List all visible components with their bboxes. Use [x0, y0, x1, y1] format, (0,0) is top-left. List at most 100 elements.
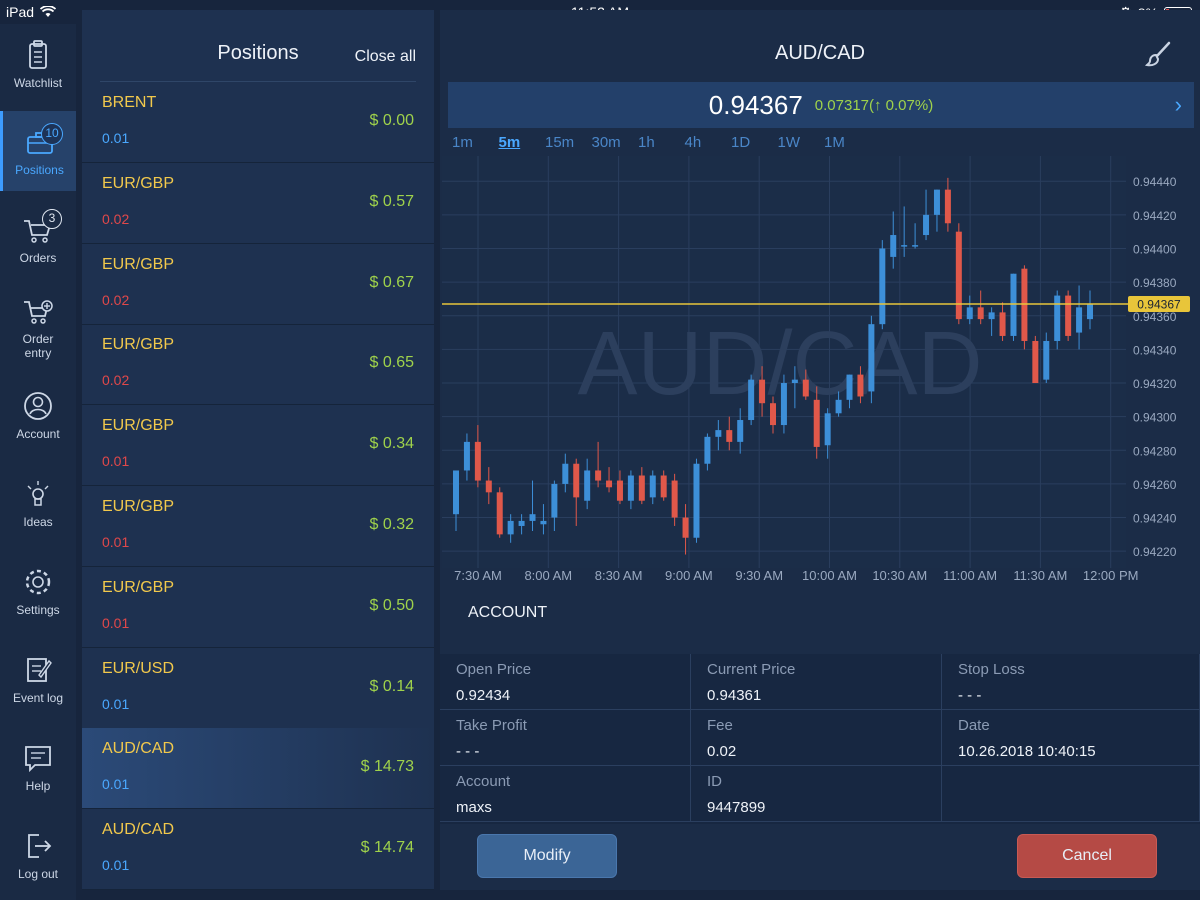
candle-body: [759, 379, 766, 404]
candle-body: [1065, 295, 1072, 336]
position-row[interactable]: EUR/GBP 0.02 $ 0.57: [82, 163, 434, 244]
y-tick-label: 0.94380: [1133, 276, 1177, 290]
detail-label: Take Profit: [456, 717, 527, 734]
nav-item-event-log[interactable]: Event log: [0, 639, 76, 719]
nav-rail: Watchlist Positions 10 Orders 3 Order entry Ac…: [0, 24, 76, 900]
candle-body: [573, 463, 580, 498]
cancel-button[interactable]: Cancel: [1017, 834, 1157, 878]
detail-cell: Date 10.26.2018 10:40:15: [942, 710, 1200, 766]
y-tick-label: 0.94240: [1133, 512, 1177, 526]
position-symbol: EUR/GBP: [102, 174, 175, 192]
candle-body: [1021, 268, 1028, 341]
detail-cell: Open Price 0.92434: [440, 654, 691, 710]
chart-watermark: AUD/CAD: [577, 314, 982, 414]
candle-body: [923, 214, 930, 236]
current-price: 0.94367: [708, 89, 803, 120]
detail-value: 0.94361: [707, 687, 762, 704]
position-row[interactable]: EUR/USD 0.01 $ 0.14: [82, 648, 434, 729]
candle-body: [999, 312, 1006, 336]
nav-item-watchlist[interactable]: Watchlist: [0, 24, 76, 104]
price-change: 0.07317(↑ 0.07%): [814, 96, 934, 114]
candle-body: [912, 245, 919, 247]
nav-item-orders[interactable]: Orders 3: [0, 199, 76, 279]
nav-label: Help: [25, 779, 51, 793]
clipboard-icon: [29, 40, 47, 69]
candle-body: [540, 520, 547, 525]
position-row[interactable]: EUR/GBP 0.02 $ 0.67: [82, 244, 434, 325]
timeframe-tab-30m[interactable]: 30m: [592, 134, 639, 151]
close-all-button[interactable]: Close all: [355, 48, 416, 66]
cart-plus-icon: [24, 300, 53, 324]
nav-item-help[interactable]: Help: [0, 727, 76, 807]
candle-body: [551, 483, 558, 518]
candle-body: [966, 307, 973, 320]
current-price-tag-label: 0.94367: [1137, 297, 1181, 311]
position-row[interactable]: EUR/GBP 0.01 $ 0.50: [82, 567, 434, 648]
chart-svg: 0.944400.944200.944000.943800.943600.943…: [442, 156, 1190, 583]
detail-label: Fee: [707, 717, 733, 734]
quote-bar[interactable]: 0.94367 0.07317(↑ 0.07%) ›: [448, 82, 1194, 128]
position-pnl: $ 0.34: [369, 435, 414, 453]
lightbulb-icon: [27, 481, 49, 506]
position-row[interactable]: EUR/GBP 0.02 $ 0.65: [82, 324, 434, 406]
nav-item-log-out[interactable]: Log out: [0, 815, 76, 895]
timeframe-tab-1h[interactable]: 1h: [638, 134, 685, 151]
y-tick-label: 0.94400: [1133, 242, 1177, 256]
position-details-grid: Open Price 0.92434 Current Price 0.94361 Sto…: [440, 654, 1200, 824]
edit-log-icon: [27, 658, 52, 682]
gear-icon: [25, 569, 51, 595]
nav-item-ideas[interactable]: Ideas: [0, 463, 76, 543]
nav-item-account[interactable]: Account: [0, 375, 76, 455]
nav-label: Account: [16, 427, 60, 441]
position-row[interactable]: EUR/GBP 0.01 $ 0.34: [82, 405, 434, 487]
positions-panel: Positions Close all BRENT 0.01 $ 0.00 EUR/G…: [82, 10, 434, 891]
detail-value: 9447899: [707, 799, 766, 816]
y-tick-label: 0.94340: [1133, 343, 1177, 357]
position-qty: 0.02: [102, 372, 130, 389]
candle-body: [507, 520, 514, 535]
candle-body: [933, 189, 940, 215]
timeframe-tab-4h[interactable]: 4h: [685, 134, 732, 151]
detail-cell: Take Profit - - -: [440, 710, 691, 766]
y-tick-label: 0.94260: [1133, 478, 1177, 492]
modify-button[interactable]: Modify: [477, 834, 617, 878]
nav-item-positions[interactable]: Positions 10: [0, 111, 76, 191]
candle-body: [496, 492, 503, 535]
candle-body: [791, 379, 798, 384]
position-row[interactable]: AUD/CAD 0.01 $ 14.74: [82, 809, 434, 891]
candle-body: [606, 480, 613, 488]
symbol-title: AUD/CAD: [774, 42, 865, 64]
nav-item-order-entry[interactable]: Order entry: [0, 287, 76, 367]
brush-icon[interactable]: [1144, 40, 1172, 68]
timeframe-tab-1m[interactable]: 1m: [452, 134, 499, 151]
position-row[interactable]: EUR/GBP 0.01 $ 0.32: [82, 486, 434, 567]
y-tick-label: 0.94300: [1133, 411, 1177, 425]
position-row[interactable]: AUD/CAD 0.01 $ 14.73: [82, 728, 434, 810]
detail-cell: Fee 0.02: [691, 710, 942, 766]
candle-body: [824, 413, 831, 446]
timeframe-tab-1M[interactable]: 1M: [824, 134, 871, 151]
candle-body: [1087, 303, 1093, 320]
detail-cell: Account maxs: [440, 766, 691, 822]
nav-item-settings[interactable]: Settings: [0, 551, 76, 631]
candle-body: [453, 470, 459, 515]
candle-body: [737, 420, 744, 442]
x-tick-label: 8:00 AM: [524, 568, 572, 583]
x-tick-label: 9:00 AM: [665, 568, 713, 583]
price-chart[interactable]: 0.94440 0.94420 0.94400 0.94380 0.94360 0.943…: [440, 156, 1200, 586]
detail-cell: ID 9447899: [691, 766, 942, 822]
nav-label: Ideas: [23, 515, 53, 529]
position-symbol: EUR/GBP: [102, 417, 175, 435]
timeframe-tab-1W[interactable]: 1W: [778, 134, 825, 151]
candle-body: [562, 463, 569, 484]
timeframe-tab-5m[interactable]: 5m: [499, 134, 546, 151]
user-icon: [24, 392, 52, 420]
nav-label: Log out: [17, 867, 59, 881]
position-row[interactable]: BRENT 0.01 $ 0.00: [82, 82, 434, 163]
timeframe-tab-1D[interactable]: 1D: [731, 134, 778, 151]
candle-body: [474, 441, 481, 481]
timeframe-tab-15m[interactable]: 15m: [545, 134, 592, 151]
candle-body: [879, 248, 886, 325]
candle-body: [977, 307, 984, 320]
position-qty: 0.01: [102, 776, 130, 793]
